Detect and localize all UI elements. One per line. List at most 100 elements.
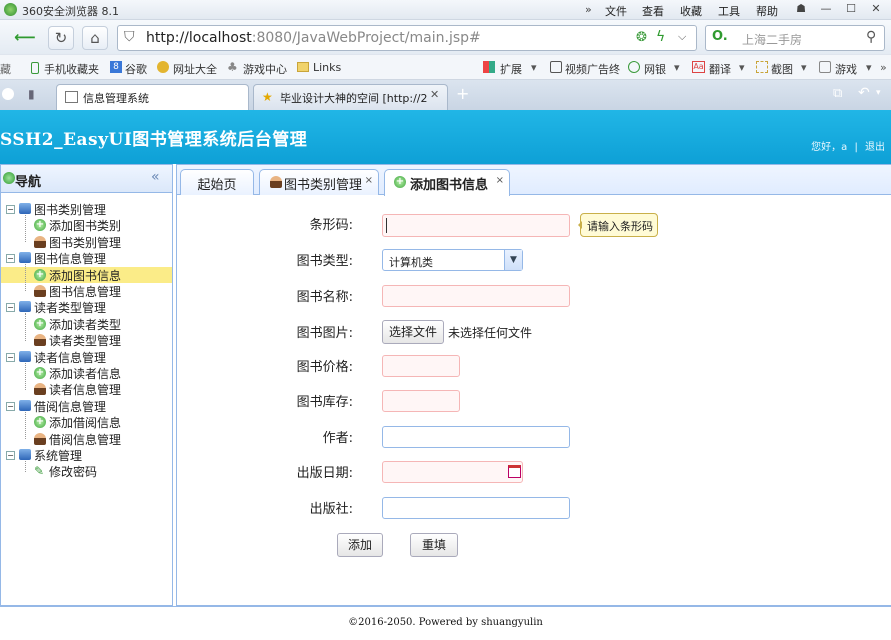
address-dropdown-icon[interactable]: ⌵ (678, 30, 686, 44)
sidebar-item[interactable]: 图书类别管理 (1, 234, 172, 250)
maximize-icon[interactable]: ☐ (840, 1, 862, 17)
tab-add-book[interactable]: + 添加图书信息 × (384, 169, 510, 196)
sidebar-group[interactable]: − 读者类型管理 (1, 299, 172, 315)
tab-category-manage[interactable]: 图书类别管理 × (259, 169, 379, 195)
author-label: 作者: (322, 431, 353, 446)
tab-overview-icon[interactable]: ⧉ (833, 86, 842, 101)
publisher-input[interactable] (382, 497, 570, 519)
sidebar-item[interactable]: 读者信息管理 (1, 381, 172, 397)
collapse-toggle-icon[interactable]: − (6, 303, 15, 313)
sidebar-item[interactable]: + 添加借阅信息 (1, 414, 172, 430)
collapse-toggle-icon[interactable]: − (6, 451, 15, 460)
browser-tab-active[interactable]: 信息管理系统 (56, 84, 249, 110)
sidebar-item[interactable]: 读者类型管理 (1, 332, 172, 348)
sidebar-item[interactable]: + 添加图书信息 (1, 266, 172, 283)
collapse-toggle-icon[interactable]: − (6, 401, 15, 411)
browser-tab[interactable]: ★ 毕业设计大神的空间 [http://2 (253, 84, 448, 110)
home-icon[interactable]: ⌂ (82, 26, 108, 50)
browser-titlebar: 360安全浏览器 8.1 » 文件 查看 收藏 工具 帮助 ☗ — ☐ ✕ (0, 0, 891, 20)
sidebar-item[interactable]: + 添加图书类别 (1, 217, 172, 233)
search-box[interactable]: O. 上海二手房 ⚲ (705, 25, 885, 51)
double-chevron-icon[interactable]: » (585, 3, 592, 16)
fav-links[interactable]: Links (313, 61, 341, 74)
collapse-icon[interactable]: « (151, 169, 160, 185)
sidebar-item[interactable]: 借阅信息管理 (1, 431, 172, 447)
skin-icon[interactable]: ☗ (790, 1, 812, 17)
fav-games[interactable]: 游戏中心 (243, 61, 287, 77)
extensions-dropdown-icon[interactable]: ▾ (531, 61, 537, 74)
search-icon[interactable]: ⚲ (866, 29, 876, 45)
close-tab-icon[interactable]: × (496, 175, 504, 186)
sidebar-group[interactable]: − 系统管理 (1, 447, 172, 463)
address-bar[interactable]: ⛉ http://localhost:8080/JavaWebProject/m… (117, 25, 697, 51)
screenshot-dropdown-icon[interactable]: ▾ (801, 61, 807, 74)
close-tab-icon[interactable]: ✕ (430, 88, 439, 101)
tab-dropdown-icon[interactable]: ▾ (876, 88, 881, 98)
fav-extensions[interactable]: 扩展 (500, 61, 522, 77)
translate-dropdown-icon[interactable]: ▾ (739, 61, 745, 74)
sidebar-item[interactable]: 图书信息管理 (1, 283, 172, 299)
publish-date-input[interactable] (382, 461, 523, 483)
fav-game[interactable]: 游戏 (835, 61, 857, 77)
sidebar-toggle-icon[interactable]: ▮ (28, 87, 35, 101)
barcode-input[interactable] (382, 214, 570, 237)
tab-home[interactable]: 起始页 (180, 169, 254, 195)
stock-input[interactable] (382, 390, 460, 412)
sidebar-group[interactable]: − 借阅信息管理 (1, 398, 172, 414)
fav-screenshot[interactable]: 截图 (771, 61, 793, 77)
author-input[interactable] (382, 426, 570, 448)
more-icon[interactable]: » (880, 61, 887, 74)
new-tab-icon[interactable]: + (456, 84, 469, 103)
fav-edge-icon[interactable]: 藏 (0, 61, 11, 77)
menu-help[interactable]: 帮助 (756, 3, 778, 19)
sidebar-group[interactable]: − 读者信息管理 (1, 349, 172, 365)
fav-video-ad[interactable]: 视频广告终 (565, 61, 620, 77)
logout-link[interactable]: 退出 (865, 142, 885, 153)
back-arrow-icon[interactable]: ⟵ (12, 26, 38, 50)
search-engine-icon[interactable]: O. (712, 29, 728, 44)
reset-button[interactable]: 重填 (410, 533, 458, 557)
search-input[interactable]: 上海二手房 (742, 31, 802, 48)
calendar-icon[interactable] (508, 465, 521, 478)
sidebar-item[interactable]: + 添加读者类型 (1, 316, 172, 332)
fav-google[interactable]: 谷歌 (125, 61, 147, 77)
game-dropdown-icon[interactable]: ▾ (866, 61, 872, 74)
collapse-toggle-icon[interactable]: − (6, 254, 15, 264)
collapse-toggle-icon[interactable]: − (6, 352, 15, 362)
fav-bank[interactable]: 网银 (644, 61, 666, 77)
speed-icon[interactable]: ϟ (656, 29, 665, 45)
nav-tree: − 图书类别管理 + 添加图书类别 图书类别管理 − 图书信息管理 + 添加图书信息 图书信息管理… (1, 201, 172, 501)
reload-green-icon[interactable]: ❂ (636, 30, 647, 45)
refresh-icon[interactable]: ↻ (48, 26, 74, 50)
address-url[interactable]: http://localhost:8080/JavaWebProject/mai… (146, 30, 481, 46)
collapse-toggle-icon[interactable]: − (6, 205, 15, 214)
book-type-select[interactable]: 计算机类 ▼ (382, 249, 523, 271)
menu-favorites[interactable]: 收藏 (680, 3, 702, 19)
close-window-icon[interactable]: ✕ (865, 1, 887, 17)
menu-file[interactable]: 文件 (605, 3, 627, 19)
fav-mobile[interactable]: 手机收藏夹 (44, 61, 99, 77)
menu-tools[interactable]: 工具 (718, 3, 740, 19)
sidebar-item[interactable]: ✎ 修改密码 (1, 463, 172, 479)
image-tab-icon (65, 91, 78, 103)
bank-dropdown-icon[interactable]: ▾ (674, 61, 680, 74)
undo-close-icon[interactable]: ↶ (858, 85, 870, 101)
sidebar-group[interactable]: − 图书类别管理 (1, 201, 172, 217)
chevron-down-icon[interactable]: ▼ (504, 250, 522, 270)
sidebar-group[interactable]: − 图书信息管理 (1, 250, 172, 266)
fav-directory[interactable]: 网址大全 (173, 61, 217, 77)
minimize-icon[interactable]: — (815, 1, 837, 17)
price-input[interactable] (382, 355, 460, 377)
welcome-separator: | (854, 142, 858, 153)
type-label: 图书类型: (296, 254, 353, 269)
add-button[interactable]: 添加 (337, 533, 383, 557)
menu-view[interactable]: 查看 (642, 3, 664, 19)
cloud-icon[interactable] (2, 88, 14, 100)
fav-translate[interactable]: 翻译 (709, 61, 731, 77)
book-name-input[interactable] (382, 285, 570, 307)
sidebar-item[interactable]: + 添加读者信息 (1, 365, 172, 381)
close-tab-icon[interactable]: × (365, 175, 373, 186)
date-label: 出版日期: (296, 466, 353, 481)
choose-file-button[interactable]: 选择文件 (382, 320, 444, 344)
sidebar-item-label: 添加图书信息 (49, 268, 122, 283)
